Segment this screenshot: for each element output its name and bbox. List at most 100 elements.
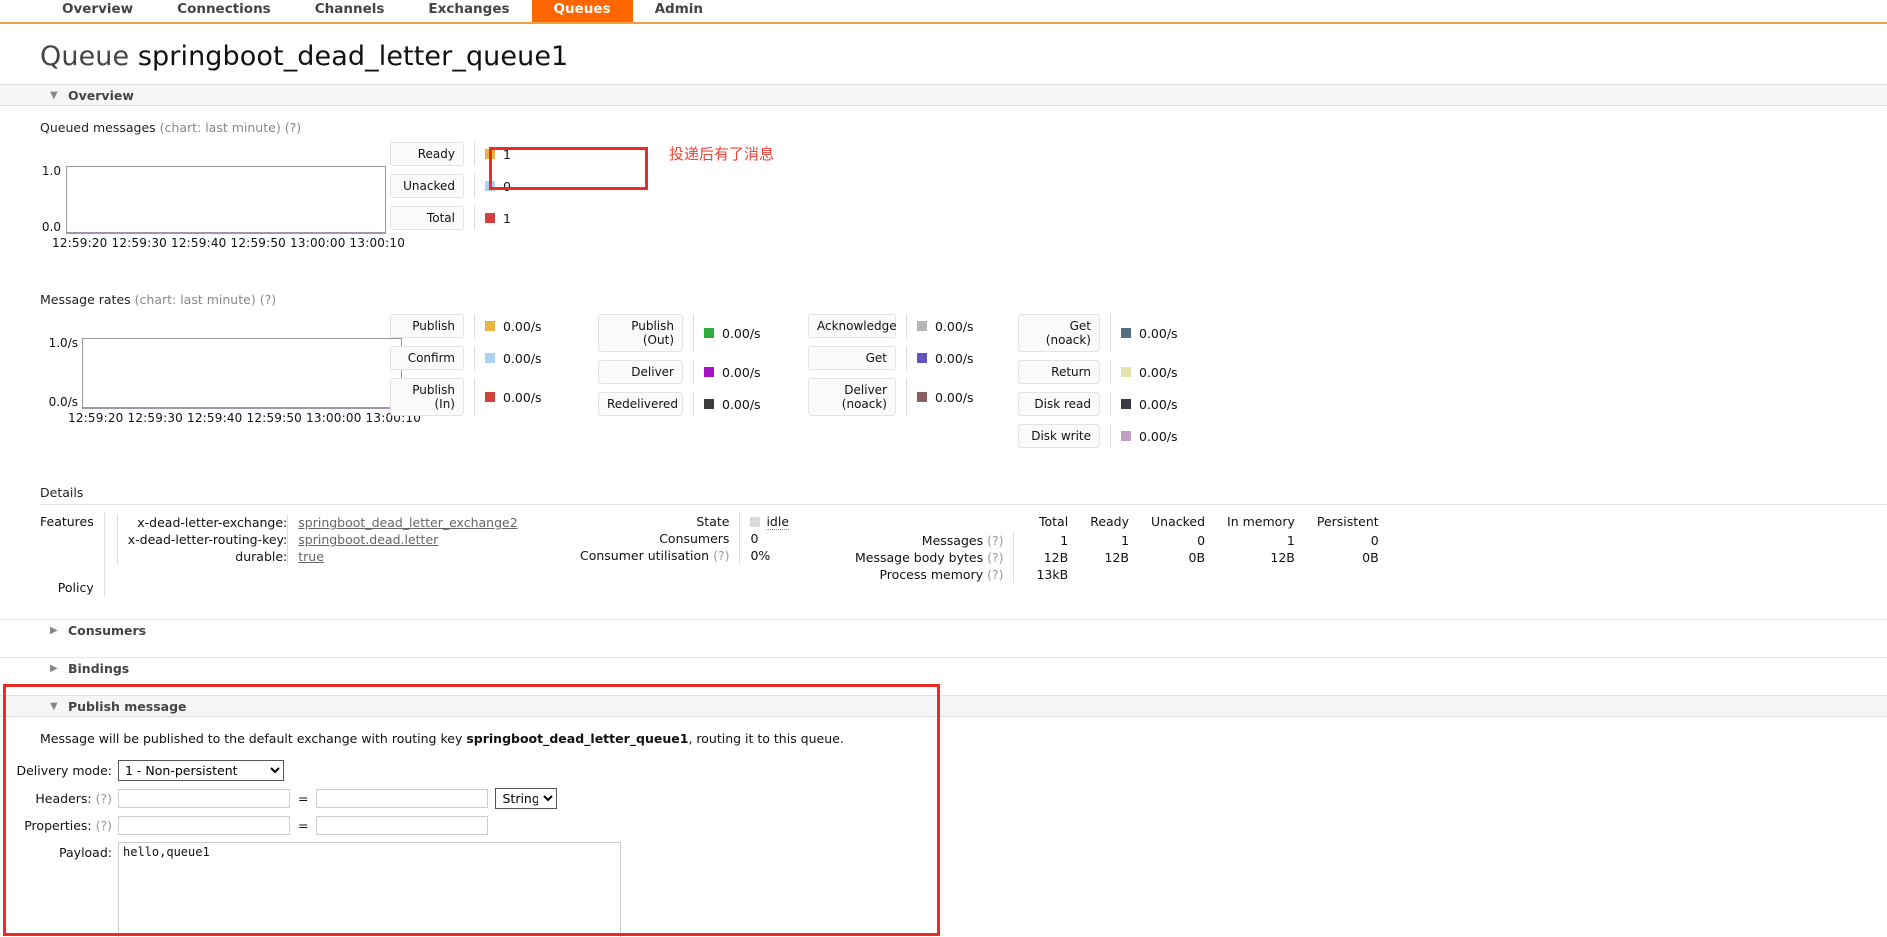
legend-button-ready[interactable]: Ready [390,142,464,166]
annotation-note-text: 投递后有了消息 [669,145,775,163]
rate-button-disk-write[interactable]: Disk write [1018,424,1100,448]
nav-tab-channels[interactable]: Channels [293,0,407,22]
rate-button-publish-in[interactable]: Publish (In) [390,378,464,416]
messages-total: 1 [1013,532,1069,549]
publish-intro: Message will be published to the default… [40,731,1887,746]
rate-button-deliver[interactable]: Deliver [598,360,683,384]
rate-value-return: 0.00/s [1121,365,1178,380]
body-bytes-total: 12B [1013,549,1069,566]
nav-tab-overview[interactable]: Overview [40,0,155,22]
headers-type-select[interactable]: String [495,788,558,809]
rate-swatch-redelivered [704,399,714,409]
nav-tab-exchanges[interactable]: Exchanges [406,0,531,22]
consumer-utilisation-help-icon[interactable]: (?) [713,548,729,563]
section-bindings[interactable]: ▶ Bindings [0,657,1887,679]
rate-row-redelivered: Redelivered 0.00/s [598,392,761,416]
feature-key-durable: durable: [116,548,288,565]
rate-button-return[interactable]: Return [1018,360,1100,384]
triangle-right-icon: ▶ [50,625,58,636]
consumers-row: Consumers 0 [580,530,790,547]
consumer-utilisation-text: Consumer utilisation [580,548,710,563]
queued-messages-chart: 1.0 0.0 12:59:20 12:59:30 12:59:40 12:59… [40,141,1887,250]
rates-chart-plot-area [82,338,402,409]
features-row: Features x-dead-letter-exchange: springb… [40,513,518,566]
feature-row-durable: durable: true [116,548,518,565]
section-overview[interactable]: ▼ Overview [0,84,1887,106]
feature-row-dlrk: x-dead-letter-routing-key: springboot.de… [116,531,518,548]
section-publish-message[interactable]: ▼ Publish message [0,695,1887,717]
consumer-utilisation-row: Consumer utilisation (?) 0% [580,547,790,564]
rate-number-return: 0.00/s [1139,364,1178,380]
rate-swatch-get-noack [1121,328,1131,338]
collapsible-sections: ▶ Consumers ▶ Bindings ▼ Publish message… [0,619,1887,937]
rates-column-4: Get (noack) 0.00/s Return 0.00/s Disk rea… [1018,314,1178,456]
rate-divider [1110,360,1111,384]
rate-button-get[interactable]: Get [808,346,896,370]
rate-button-disk-read[interactable]: Disk read [1018,392,1100,416]
nav-tab-connections[interactable]: Connections [155,0,293,22]
properties-help-icon[interactable]: (?) [96,818,112,833]
details-tables: Features x-dead-letter-exchange: springb… [0,505,1887,596]
message-rates-help-icon[interactable]: (?) [260,292,276,307]
rate-value-publish-in: 0.00/s [485,390,542,405]
rates-chart-y-min: 0.0/s [48,395,78,409]
rate-button-get-noack[interactable]: Get (noack) [1018,314,1100,352]
publish-intro-post: , routing it to this queue. [688,731,844,746]
section-overview-label: Overview [68,88,134,103]
messages-label: Messages [921,533,984,548]
feature-key-dlrk: x-dead-letter-routing-key: [116,531,288,548]
process-memory-help-icon[interactable]: (?) [987,567,1003,582]
rate-value-deliver: 0.00/s [704,365,761,380]
rate-divider [906,314,907,338]
column-header-total: Total [1039,514,1069,529]
rate-button-publish[interactable]: Publish [390,314,464,338]
section-consumers-label: Consumers [68,623,147,638]
messages-help-icon[interactable]: (?) [987,533,1003,548]
properties-key-input[interactable] [118,816,290,835]
rate-row-publish-out: Publish (Out) 0.00/s [598,314,761,352]
legend-swatch-unacked [485,181,495,191]
legend-divider [474,142,475,166]
process-memory-label: Process memory [879,567,984,582]
feature-link-dlx[interactable]: springboot_dead_letter_exchange2 [298,515,517,530]
messages-persistent: 0 [1370,533,1379,548]
rate-button-acknowledge[interactable]: Acknowledge [808,314,897,338]
message-rates-block: Message rates (chart: last minute) (?) 1… [40,292,1887,448]
rates-column-2: Publish (Out) 0.00/s Deliver 0.00/s Redel… [598,314,761,424]
rate-button-publish-out[interactable]: Publish (Out) [598,314,683,352]
headers-help-icon[interactable]: (?) [96,791,112,806]
publish-intro-pre: Message will be published to the default… [40,731,467,746]
nav-tab-queues[interactable]: Queues [531,0,633,22]
properties-value-input[interactable] [316,816,489,835]
rate-row-get: Get 0.00/s [808,346,974,370]
rate-number-publish: 0.00/s [503,318,542,334]
rate-swatch-publish [485,321,495,331]
payload-textarea[interactable] [118,842,621,937]
headers-value-input[interactable] [316,789,489,808]
headers-key-input[interactable] [118,789,290,808]
legend-button-unacked[interactable]: Unacked [390,174,464,198]
rates-column-3: Acknowledge 0.00/s Get 0.00/s Deliver (no… [808,314,974,424]
feature-link-durable[interactable]: true [298,549,324,564]
state-value[interactable]: idle [766,514,790,530]
legend-swatch-ready [485,149,495,159]
rate-button-deliver-noack[interactable]: Deliver (noack) [808,378,896,416]
legend-value-ready: 1 [485,147,511,162]
rate-button-redelivered[interactable]: Redelivered [598,392,683,416]
rate-row-acknowledge: Acknowledge 0.00/s [808,314,974,338]
consumers-value: 0 [739,530,790,547]
nav-tab-admin[interactable]: Admin [633,0,725,22]
feature-link-dlrk[interactable]: springboot.dead.letter [298,532,438,547]
features-arg-list: x-dead-letter-exchange: springboot_dead_… [116,514,518,565]
queued-messages-help-icon[interactable]: (?) [285,120,301,135]
rate-button-confirm[interactable]: Confirm [390,346,464,370]
delivery-mode-select[interactable]: 1 - Non-persistent [118,760,284,781]
rate-number-publish-out: 0.00/s [722,325,761,341]
state-row: State idle [580,513,790,530]
legend-count-total: 1 [503,210,511,226]
legend-button-total[interactable]: Total [390,206,464,230]
message-body-bytes-help-icon[interactable]: (?) [987,550,1003,565]
section-consumers[interactable]: ▶ Consumers [0,619,1887,641]
triangle-right-icon: ▶ [50,663,58,674]
feature-value-dlx: springboot_dead_letter_exchange2 [287,514,518,531]
